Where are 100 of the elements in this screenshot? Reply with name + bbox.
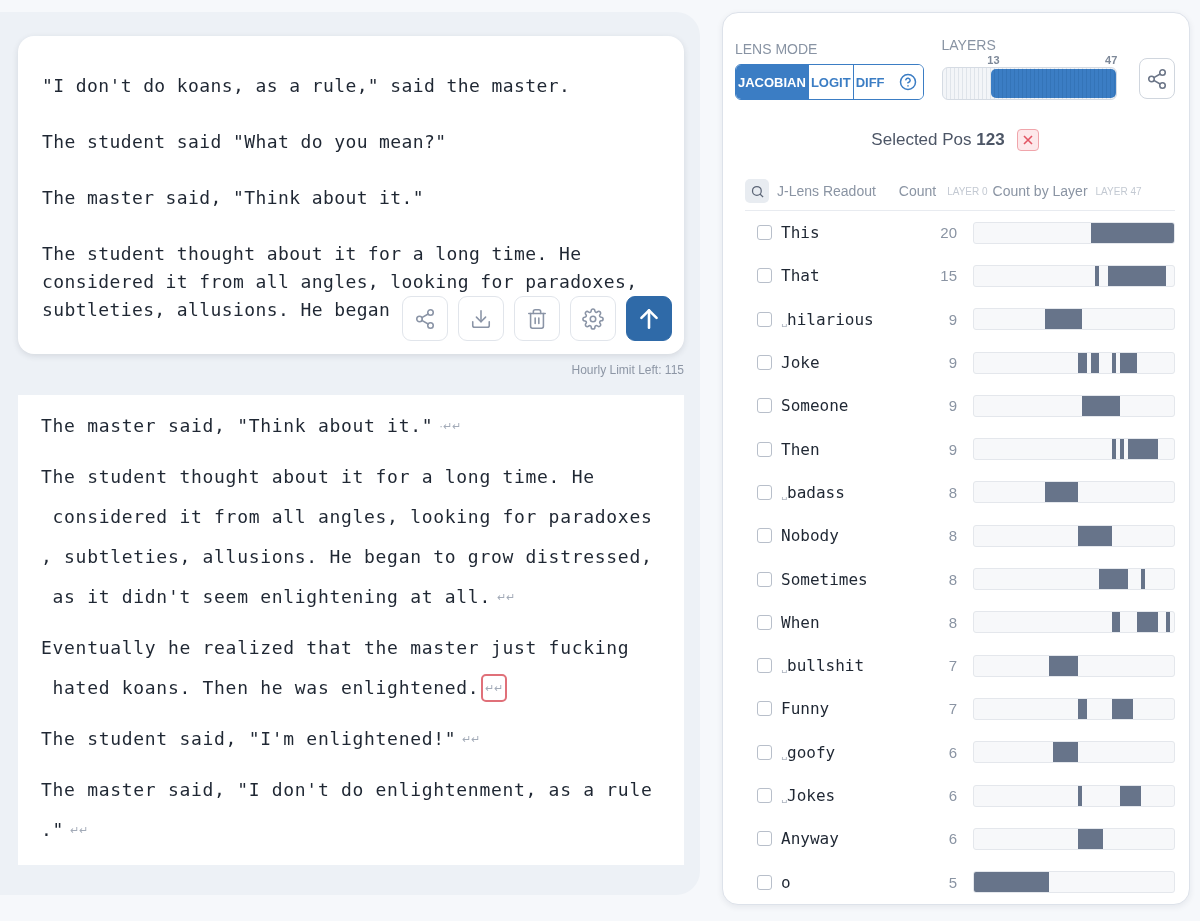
space-marker: ␣	[781, 315, 788, 327]
checkbox[interactable]	[757, 268, 772, 284]
output-text: The student thought about it for a long time. He	[41, 465, 595, 489]
token-text: That	[781, 266, 820, 286]
download-icon	[470, 307, 492, 330]
space-marker: ␣	[781, 792, 788, 803]
newline-token[interactable]: ↵↵	[458, 725, 485, 753]
newline-token[interactable]: ↵↵	[66, 816, 93, 844]
search-icon	[749, 183, 765, 199]
mode-tab[interactable]: LOGIT	[807, 65, 853, 99]
delete-button[interactable]	[514, 296, 560, 341]
checkbox[interactable]	[757, 571, 772, 587]
output-text: hated koans. Then he was enlightened.	[51, 676, 480, 700]
output-text: ."	[41, 818, 65, 842]
selected-position: Selected Pos 123	[871, 130, 1005, 150]
token-text: Jokes	[787, 786, 836, 805]
checkbox[interactable]	[757, 831, 772, 847]
newline-token[interactable]: ·↵↵	[435, 412, 465, 440]
checkbox[interactable]	[757, 355, 772, 371]
checkbox[interactable]	[757, 614, 772, 630]
share-button[interactable]	[1139, 58, 1175, 99]
column-header: J-Lens Readout	[777, 183, 876, 199]
prompt-field[interactable]	[18, 36, 684, 354]
token-text: When	[781, 612, 820, 632]
share-icon	[1146, 67, 1169, 90]
help-icon[interactable]	[898, 73, 917, 91]
column-header: Count by Layer	[992, 183, 1088, 199]
token-text: Nobody	[781, 526, 839, 546]
token-count: 15	[939, 267, 957, 285]
column-header: Count	[898, 183, 937, 199]
prompt-text: considered it from all angles, looking for paradoxes,	[42, 270, 638, 294]
token-count: 5	[947, 873, 957, 891]
token-count: 6	[947, 830, 957, 848]
share-button[interactable]	[402, 296, 448, 341]
close-icon	[1022, 135, 1033, 145]
token-count: 9	[947, 310, 957, 328]
token-count: 8	[947, 613, 957, 631]
newline-token[interactable]: ↵↵	[481, 674, 508, 702]
output-text: The master said, "I don't do enlightenment, as a rule	[41, 778, 653, 802]
token-count: 7	[947, 657, 957, 675]
token-count: 9	[947, 440, 957, 458]
output-text: The student said, "I'm enlightened!"	[41, 727, 457, 751]
hourly-limit: Hourly Limit Left: 115	[571, 363, 684, 377]
settings-icon	[582, 307, 604, 330]
checkbox[interactable]	[757, 658, 772, 674]
token-count: 9	[947, 354, 957, 372]
token-count: 7	[947, 700, 957, 718]
token-text: badass	[787, 482, 845, 502]
checkbox[interactable]	[757, 225, 772, 241]
search-button[interactable]	[745, 179, 769, 203]
checkbox[interactable]	[757, 528, 772, 544]
send-button[interactable]	[626, 296, 672, 341]
checkbox[interactable]	[757, 874, 772, 890]
checkbox[interactable]	[757, 311, 772, 327]
newline-token[interactable]: ↵↵	[492, 583, 519, 611]
token-count: 20	[939, 224, 957, 242]
layer-value: 13	[987, 53, 1000, 67]
mode-tab[interactable]: JACOBIAN	[736, 65, 808, 99]
output-text: Eventually he realized that the master just fucking	[41, 636, 630, 660]
token-count: 8	[947, 483, 957, 501]
token-count: 6	[947, 743, 957, 761]
token-count: 8	[947, 527, 957, 545]
token-text: Funny	[781, 699, 830, 719]
share-icon	[414, 307, 436, 330]
clear-button[interactable]	[1016, 129, 1039, 151]
token-text: goofy	[787, 742, 836, 762]
prompt-text: The student said "What do you mean?"	[42, 130, 447, 154]
token-text: This	[781, 223, 820, 243]
token-text: hilarious	[787, 309, 874, 329]
settings-button[interactable]	[570, 296, 616, 341]
layer-value: 47	[1105, 53, 1118, 67]
prompt-text: The student thought about it for a long time. He	[42, 242, 582, 266]
checkbox[interactable]	[757, 484, 772, 500]
space-marker: ␣	[781, 662, 788, 674]
space-marker: ␣	[781, 748, 788, 760]
output-text: considered it from all angles, looking for paradoxes	[51, 505, 653, 529]
output-text: The master said, "Think about it."	[41, 414, 434, 438]
token-count: 6	[947, 787, 957, 804]
layers-label: LAYERS	[941, 37, 997, 53]
token-text: Sometimes	[781, 569, 868, 589]
token-text: Someone	[781, 396, 849, 416]
download-button[interactable]	[458, 296, 504, 341]
token-count: 9	[947, 397, 957, 415]
token-text: Joke	[781, 353, 820, 373]
checkbox[interactable]	[757, 701, 772, 717]
token-text: bullshit	[787, 656, 865, 676]
prompt-text: "I don't do koans, as a rule," said the master.	[42, 74, 571, 98]
token-text: Then	[781, 439, 820, 459]
token-count: 8	[947, 570, 957, 588]
checkbox[interactable]	[757, 788, 772, 803]
prompt-text: The master said, "Think about it."	[42, 186, 425, 210]
mode-tab[interactable]: DIFF	[852, 65, 923, 99]
token-text: o	[781, 872, 791, 892]
checkbox[interactable]	[757, 441, 772, 457]
output-text: , subtleties, allusions. He began to grow distressed,	[41, 545, 653, 569]
output-text: as it didn't seem enlightening at all.	[51, 585, 491, 609]
checkbox[interactable]	[757, 398, 772, 414]
prompt-text: subtleties, allusions. He began	[42, 298, 391, 322]
checkbox[interactable]	[757, 744, 772, 760]
trash-icon	[526, 307, 548, 330]
